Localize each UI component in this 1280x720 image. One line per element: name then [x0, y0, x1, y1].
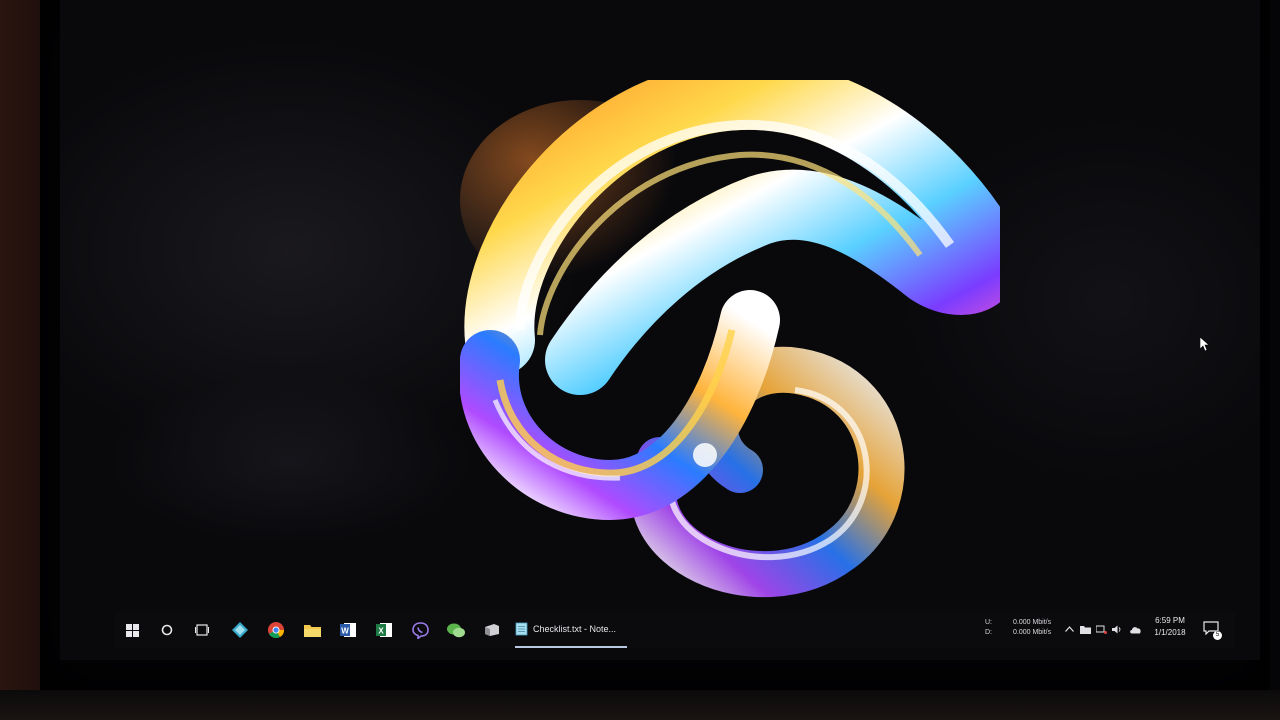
diamond-app-icon: [232, 622, 248, 638]
search-button[interactable]: [150, 612, 184, 648]
chrome-icon: [268, 622, 284, 638]
task-view-button[interactable]: [185, 612, 219, 648]
upload-value: 0.000 Mbit/s: [1013, 619, 1052, 626]
file-explorer-button[interactable]: [295, 612, 329, 648]
chevron-up-icon: [1064, 626, 1074, 632]
wechat-icon: [447, 623, 465, 637]
viber-icon: [411, 621, 429, 639]
box-app-icon: [485, 624, 499, 636]
taskbar: W X Checklist.txt - Note... U: 0.000 Mbi…: [115, 612, 1235, 648]
clock-time: 6:59 PM: [1155, 616, 1185, 625]
tray-network[interactable]: [1093, 621, 1109, 637]
viber-button[interactable]: [403, 612, 437, 648]
desktop[interactable]: [60, 0, 1260, 660]
cloud-icon: [1129, 626, 1141, 633]
tray-folder[interactable]: [1077, 621, 1093, 637]
tray-cloud[interactable]: [1127, 621, 1143, 637]
download-value: 0.000 Mbit/s: [1013, 629, 1052, 636]
upload-label: U:: [985, 619, 992, 626]
word-button[interactable]: W: [331, 612, 365, 648]
download-label: D:: [985, 629, 992, 636]
excel-icon: X: [376, 623, 392, 637]
start-button[interactable]: [115, 612, 149, 648]
network-speed-widget[interactable]: U: 0.000 Mbit/s D: 0.000 Mbit/s: [985, 618, 1065, 642]
folder-icon: [303, 625, 321, 637]
mouse-pointer-icon: [1200, 337, 1210, 351]
svg-text:W: W: [341, 627, 349, 636]
excel-button[interactable]: X: [367, 612, 401, 648]
wechat-button[interactable]: [439, 612, 473, 648]
chrome-button[interactable]: [259, 612, 293, 648]
action-center-button[interactable]: 5: [1203, 621, 1222, 640]
app-pinned-2[interactable]: [475, 612, 509, 648]
clock-date: 1/1/2018: [1154, 628, 1186, 637]
task-view-icon: [195, 624, 209, 636]
windows-logo-icon: [125, 623, 139, 637]
wallpaper-swirl: [460, 80, 1000, 598]
cortana-circle-icon: [161, 624, 173, 636]
network-icon: [1095, 625, 1107, 634]
app-pinned-1[interactable]: [223, 612, 257, 648]
taskbar-app-notepad[interactable]: Checklist.txt - Note...: [515, 612, 627, 648]
notepad-icon: [515, 622, 528, 636]
taskbar-app-label: Checklist.txt - Note...: [533, 624, 617, 634]
volume-icon: [1111, 625, 1120, 633]
notification-count-badge: 5: [1213, 631, 1222, 640]
system-clock[interactable]: 6:59 PM 1/1/2018: [1143, 615, 1197, 645]
word-icon: W: [340, 623, 356, 637]
room-floor: [0, 690, 1280, 720]
tray-overflow-button[interactable]: [1061, 621, 1077, 637]
tray-volume[interactable]: [1109, 621, 1125, 637]
folder-icon: [1079, 625, 1091, 634]
svg-text:X: X: [378, 627, 384, 636]
